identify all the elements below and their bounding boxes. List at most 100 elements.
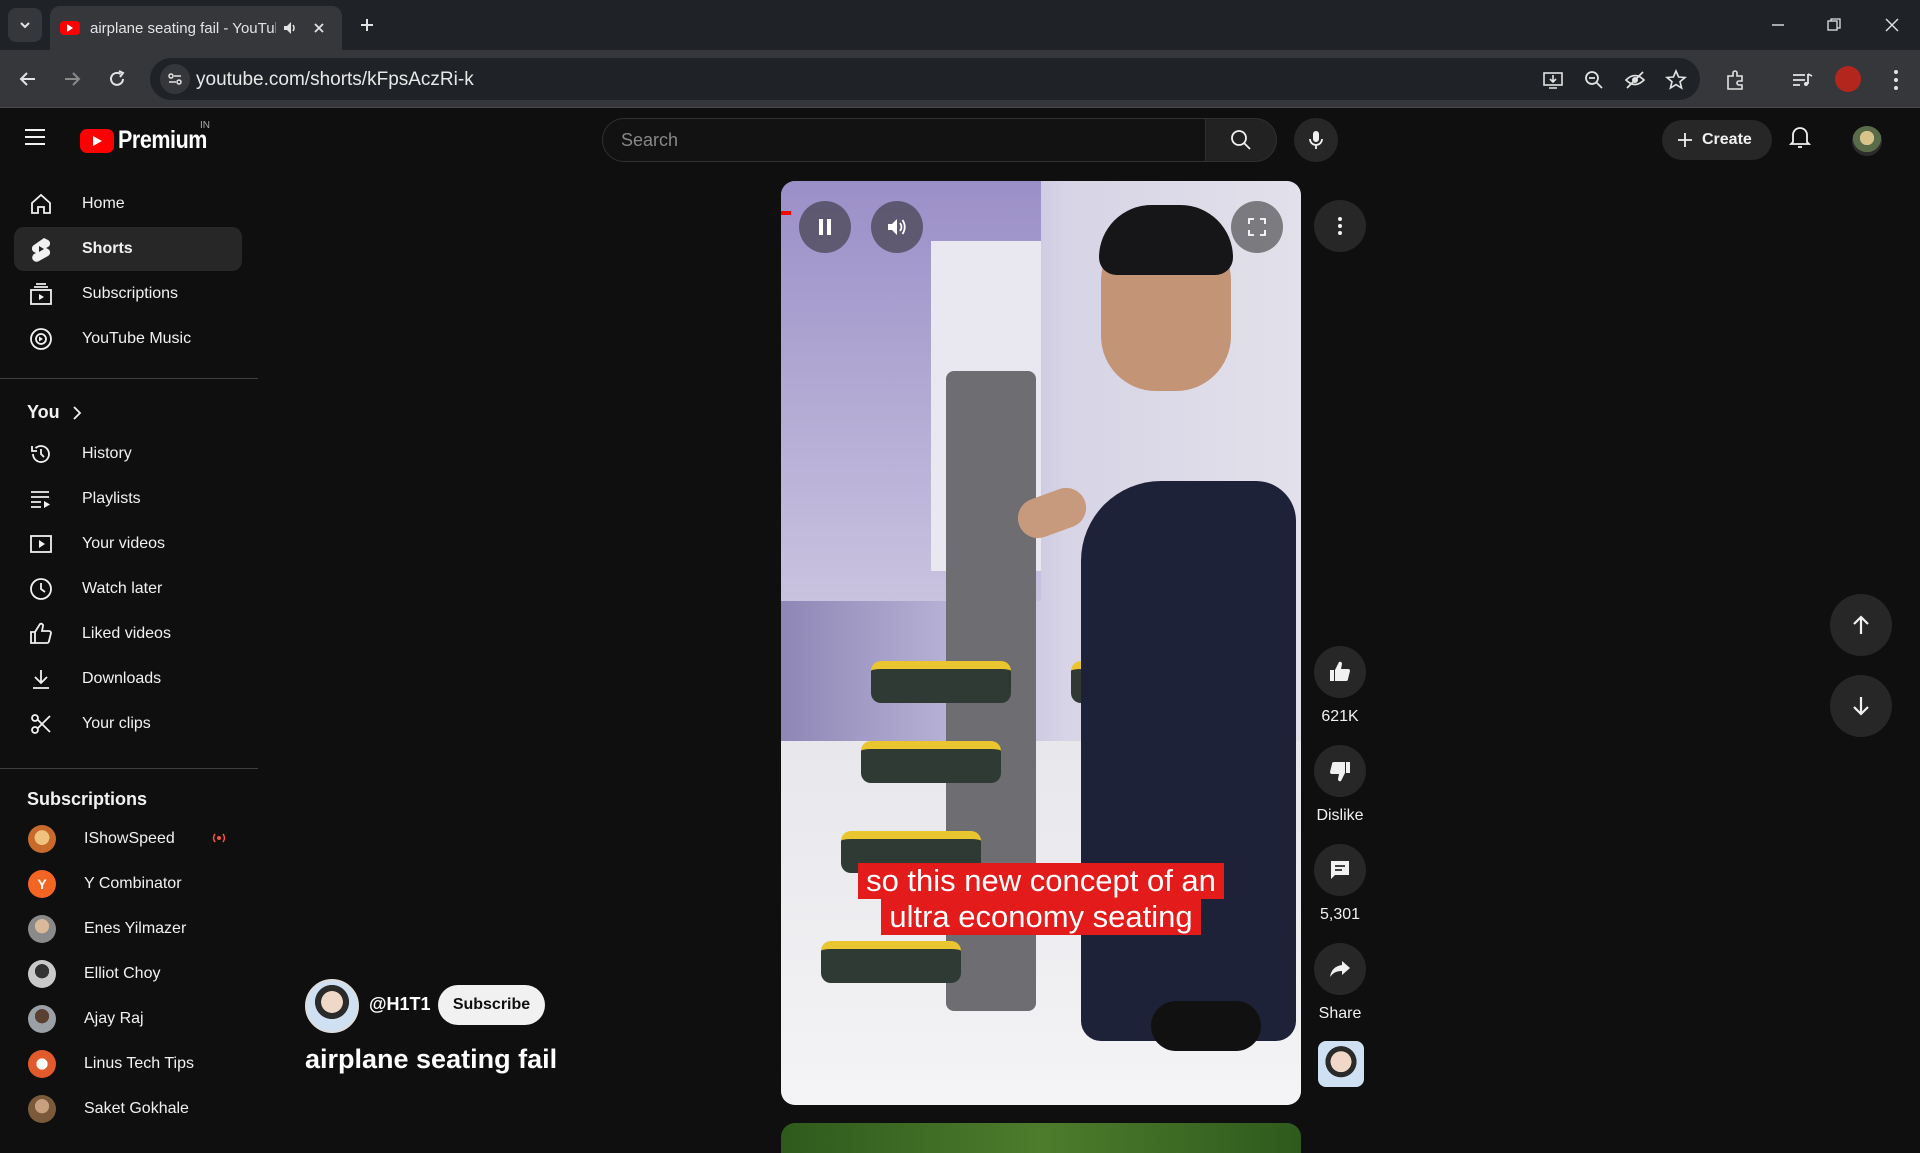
bookmark-star-icon[interactable]	[1664, 68, 1688, 92]
you-heading-label: You	[27, 402, 60, 422]
close-tab-icon[interactable]	[312, 21, 326, 35]
extensions-icon[interactable]	[1723, 67, 1749, 93]
zoom-icon[interactable]	[1582, 68, 1606, 92]
browser-menu-icon[interactable]	[1883, 67, 1909, 93]
channel-avatar	[28, 1005, 56, 1033]
sidebar-sub-y-combinator[interactable]: Y Y Combinator	[14, 862, 242, 906]
reload-button[interactable]	[101, 63, 133, 95]
comment-icon	[1331, 861, 1349, 879]
sidebar-item-label: Y Combinator	[84, 875, 182, 892]
reload-icon	[110, 70, 125, 86]
restore-button[interactable]	[1806, 0, 1862, 50]
browser-tab[interactable]: airplane seating fail - YouTube	[50, 6, 342, 50]
site-info-button[interactable]	[160, 64, 190, 94]
channel-handle[interactable]: @H1T1	[369, 994, 431, 1015]
share-action[interactable]: Share	[1314, 943, 1366, 1023]
fullscreen-button[interactable]	[1231, 201, 1283, 253]
video-progress-bar	[781, 211, 791, 215]
create-label: Create	[1702, 131, 1752, 148]
like-action[interactable]: 621K	[1314, 646, 1366, 726]
sidebar-item-your-clips[interactable]: Your clips	[14, 702, 242, 746]
tracking-protection-icon[interactable]	[1623, 68, 1647, 92]
sidebar-item-home[interactable]: Home	[14, 182, 242, 226]
more-options-button[interactable]	[1314, 200, 1366, 252]
previous-short-button[interactable]	[1830, 594, 1892, 656]
share-button[interactable]	[1314, 943, 1366, 995]
create-button[interactable]: Create	[1662, 120, 1772, 160]
dislike-button[interactable]	[1314, 745, 1366, 797]
next-short-button[interactable]	[1830, 675, 1892, 737]
sidebar-item-youtube-music[interactable]: YouTube Music	[14, 317, 242, 361]
channel-avatar[interactable]	[305, 979, 359, 1033]
sidebar-item-label: Saket Gokhale	[84, 1100, 189, 1117]
chevron-right-icon	[73, 405, 81, 420]
search-button[interactable]	[1205, 118, 1277, 162]
menu-icon[interactable]	[24, 128, 46, 146]
channel-avatar	[28, 825, 56, 853]
sidebar-item-history[interactable]: History	[14, 432, 242, 476]
subscribe-button[interactable]: Subscribe	[438, 985, 545, 1025]
subscriptions-heading-label: Subscriptions	[27, 789, 148, 809]
sidebar-sub-linus-tech-tips[interactable]: Linus Tech Tips	[14, 1042, 242, 1086]
thumbs-up-icon	[1330, 661, 1350, 681]
live-icon	[210, 831, 228, 845]
sidebar-item-watch-later[interactable]: Watch later	[14, 567, 242, 611]
sidebar-item-subscriptions[interactable]: Subscriptions	[14, 272, 242, 316]
youtube-masthead: Premium IN Create	[0, 108, 1920, 172]
close-window-button[interactable]	[1864, 0, 1920, 50]
youtube-music-icon	[28, 326, 54, 352]
sidebar-you-heading[interactable]: You	[27, 402, 82, 423]
sidebar-item-label: Liked videos	[82, 625, 171, 642]
comment-count: 5,301	[1319, 906, 1361, 923]
sidebar-item-playlists[interactable]: Playlists	[14, 477, 242, 521]
y-combinator-logo-icon: Y	[28, 870, 56, 898]
browser-profile-avatar[interactable]	[1835, 66, 1861, 92]
person-suit	[1081, 481, 1296, 1041]
shorts-video-player[interactable]: so this new concept of an ultra economy …	[781, 181, 1301, 1105]
new-tab-button[interactable]	[354, 12, 380, 38]
country-code: IN	[200, 120, 210, 131]
minimize-button[interactable]	[1750, 0, 1806, 50]
sidebar-divider	[0, 378, 258, 379]
install-app-icon[interactable]	[1541, 68, 1565, 92]
sidebar-sub-enes-yilmazer[interactable]: Enes Yilmazer	[14, 907, 242, 951]
pause-button[interactable]	[799, 201, 851, 253]
voice-search-button[interactable]	[1294, 118, 1338, 162]
sidebar-item-label: Watch later	[82, 580, 163, 597]
sidebar-item-your-videos[interactable]: Your videos	[14, 522, 242, 566]
page-scrollbar[interactable]	[1910, 172, 1920, 1140]
sidebar-sub-ishowspeed[interactable]: IShowSpeed	[14, 817, 242, 861]
arrow-right-icon	[65, 72, 81, 86]
tab-search-button[interactable]	[8, 8, 42, 42]
volume-button[interactable]	[871, 201, 923, 253]
forward-button[interactable]	[56, 63, 88, 95]
search-input[interactable]	[603, 119, 1205, 161]
url-text[interactable]: youtube.com/shorts/kFpsAczRi-k	[196, 69, 474, 91]
short-title[interactable]: airplane seating fail	[305, 1044, 557, 1075]
like-button[interactable]	[1314, 646, 1366, 698]
address-bar[interactable]: youtube.com/shorts/kFpsAczRi-k	[150, 58, 1700, 100]
sidebar-item-liked-videos[interactable]: Liked videos	[14, 612, 242, 656]
sidebar-sub-elliot-choy[interactable]: Elliot Choy	[14, 952, 242, 996]
back-button[interactable]	[12, 63, 44, 95]
channel-thumbnail[interactable]	[1318, 1041, 1364, 1087]
youtube-premium-logo[interactable]: Premium IN	[80, 120, 221, 155]
next-short-preview[interactable]	[781, 1123, 1301, 1153]
account-avatar[interactable]	[1852, 126, 1882, 156]
scissors-icon	[28, 711, 54, 737]
more-vertical-icon	[1338, 217, 1342, 235]
sidebar-item-downloads[interactable]: Downloads	[14, 657, 242, 701]
sidebar-item-shorts[interactable]: Shorts	[14, 227, 242, 271]
comments-action[interactable]: 5,301	[1314, 844, 1366, 924]
notifications-bell-icon[interactable]	[1788, 124, 1812, 150]
caption-line-1: so this new concept of an	[858, 863, 1224, 899]
dislike-action[interactable]: Dislike	[1314, 745, 1366, 825]
search-box[interactable]	[602, 118, 1206, 162]
media-controls-icon[interactable]	[1789, 67, 1815, 93]
speaker-icon[interactable]	[282, 20, 298, 36]
sidebar-sub-saket-gokhale[interactable]: Saket Gokhale	[14, 1087, 242, 1131]
sidebar-sub-ajay-raj[interactable]: Ajay Raj	[14, 997, 242, 1041]
shorts-icon	[28, 236, 54, 262]
your-videos-icon	[28, 531, 54, 557]
comments-button[interactable]	[1314, 844, 1366, 896]
